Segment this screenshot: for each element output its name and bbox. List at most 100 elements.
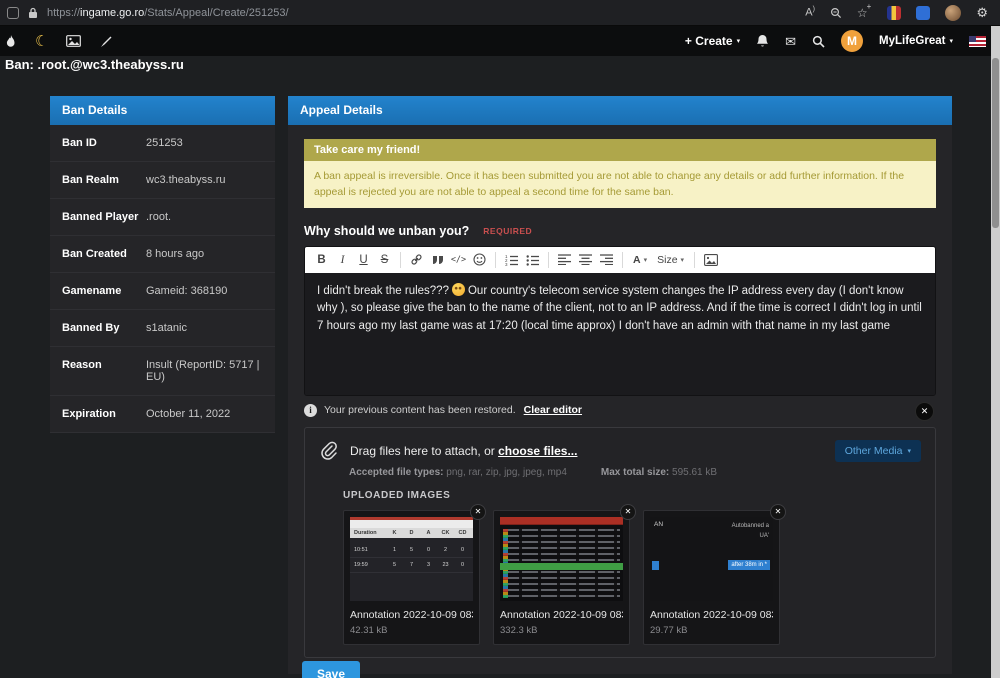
ban-detail-row: GamenameGameid: 368190 bbox=[50, 273, 275, 310]
drag-files-text: Drag files here to attach, or choose fil… bbox=[350, 444, 577, 458]
strikethrough-button[interactable]: S bbox=[374, 250, 395, 270]
ordered-list-icon[interactable]: 123 bbox=[501, 250, 522, 270]
user-avatar[interactable]: M bbox=[841, 30, 863, 52]
notifications-bell-icon[interactable] bbox=[756, 34, 769, 48]
dark-mode-moon-icon[interactable]: ☾ bbox=[35, 34, 48, 49]
code-icon[interactable]: </> bbox=[448, 250, 469, 270]
file-constraints: Accepted file types: png, rar, zip, jpg,… bbox=[319, 467, 921, 478]
close-icon[interactable]: ✕ bbox=[915, 402, 934, 421]
question-row: Why should we unban you? REQUIRED bbox=[304, 224, 936, 238]
chevron-down-icon: ▾ bbox=[737, 37, 741, 45]
warning-box: Take care my friend! A ban appeal is irr… bbox=[304, 139, 936, 208]
extension-icon-2[interactable] bbox=[916, 6, 930, 20]
bold-button[interactable]: B bbox=[311, 250, 332, 270]
url-text[interactable]: https://ingame.go.ro/Stats/Appeal/Create… bbox=[47, 7, 289, 19]
align-center-icon[interactable] bbox=[575, 250, 596, 270]
extension-icon-1[interactable] bbox=[887, 6, 901, 20]
settings-gear-icon[interactable]: ⚙ bbox=[976, 5, 988, 21]
messages-envelope-icon[interactable]: ✉ bbox=[785, 35, 796, 48]
editor-textarea[interactable]: I didn't break the rules???Our country's… bbox=[305, 273, 935, 395]
underline-button[interactable]: U bbox=[353, 250, 374, 270]
toolbar-separator bbox=[495, 252, 496, 268]
lock-icon[interactable] bbox=[28, 7, 38, 19]
chevron-down-icon: ▾ bbox=[949, 37, 953, 45]
page-title: Ban: .root.@wc3.theabyss.ru bbox=[5, 57, 184, 72]
site-navbar: ☾ + Create▾ ✉ M MyLifeGreat▾ bbox=[0, 26, 1000, 56]
italic-button[interactable]: I bbox=[332, 250, 353, 270]
page-scrollbar[interactable] bbox=[991, 26, 1000, 678]
other-media-button[interactable]: Other Media▾ bbox=[835, 440, 921, 462]
chevron-down-icon: ▾ bbox=[681, 256, 685, 264]
attachment-filename[interactable]: Annotation 2022-10-09 083... bbox=[500, 609, 623, 621]
uploaded-image-card: ✕ Annotation 2022-10-09 083... 332.3 kB bbox=[493, 510, 630, 645]
chevron-down-icon: ▾ bbox=[644, 256, 648, 264]
emoji-icon[interactable] bbox=[469, 250, 490, 270]
attachment-filename[interactable]: Annotation 2022-10-09 083... bbox=[350, 609, 473, 621]
read-aloud-icon[interactable]: A) bbox=[805, 6, 815, 19]
insert-image-icon[interactable] bbox=[700, 250, 721, 270]
appeal-details-header: Appeal Details bbox=[288, 96, 952, 125]
choose-files-link[interactable]: choose files... bbox=[498, 444, 577, 458]
bullet-list-icon[interactable] bbox=[522, 250, 543, 270]
gallery-image-icon[interactable] bbox=[66, 35, 81, 47]
ban-details-panel: Ban Details Ban ID251253 Ban Realmwc3.th… bbox=[50, 96, 275, 433]
editor-toolbar: B I U S </> 123 bbox=[305, 247, 935, 273]
warning-text: A ban appeal is irreversible. Once it ha… bbox=[304, 161, 936, 208]
font-size-button[interactable]: Size▾ bbox=[652, 254, 689, 266]
remove-attachment-icon[interactable]: ✕ bbox=[470, 504, 486, 520]
attachments-area: Drag files here to attach, or choose fil… bbox=[304, 427, 936, 658]
address-bar[interactable]: https://ingame.go.ro/Stats/Appeal/Create… bbox=[0, 7, 805, 19]
zoom-icon[interactable] bbox=[830, 7, 842, 19]
brush-icon[interactable] bbox=[99, 35, 112, 48]
toolbar-separator bbox=[548, 252, 549, 268]
navbar-left-icons: ☾ bbox=[0, 34, 112, 49]
paperclip-icon bbox=[319, 441, 338, 461]
info-icon: i bbox=[304, 404, 317, 417]
align-left-icon[interactable] bbox=[554, 250, 575, 270]
quote-icon[interactable] bbox=[427, 250, 448, 270]
toolbar-separator bbox=[622, 252, 623, 268]
attachment-filesize: 42.31 kB bbox=[350, 625, 473, 636]
window-icon[interactable] bbox=[7, 7, 19, 19]
favorites-star-icon[interactable]: ☆+ bbox=[857, 5, 872, 20]
save-button[interactable]: Save bbox=[302, 661, 360, 678]
ban-details-header: Ban Details bbox=[50, 96, 275, 125]
flame-icon[interactable] bbox=[5, 34, 17, 49]
search-icon[interactable] bbox=[812, 35, 825, 48]
attachment-thumbnail[interactable]: DurationKDACKCD 10:5115020 19:59573230 bbox=[350, 517, 473, 601]
font-color-button[interactable]: A▾ bbox=[628, 254, 652, 266]
align-right-icon[interactable] bbox=[596, 250, 617, 270]
language-flag-icon[interactable] bbox=[969, 36, 986, 47]
rich-text-editor: B I U S </> 123 bbox=[304, 246, 936, 396]
attachment-thumbnail[interactable]: AN Autobanned aUA' after 38m in * bbox=[650, 517, 773, 601]
warning-title: Take care my friend! bbox=[304, 139, 936, 161]
remove-attachment-icon[interactable]: ✕ bbox=[620, 504, 636, 520]
clear-editor-link[interactable]: Clear editor bbox=[524, 404, 582, 416]
user-menu[interactable]: MyLifeGreat▾ bbox=[879, 35, 953, 47]
question-label: Why should we unban you? bbox=[304, 224, 469, 238]
attachment-filename[interactable]: Annotation 2022-10-09 083... bbox=[650, 609, 773, 621]
ban-detail-row: Ban ID251253 bbox=[50, 125, 275, 162]
thinking-emoji-icon bbox=[452, 283, 465, 296]
uploaded-images-heading: UPLOADED IMAGES bbox=[319, 490, 921, 501]
attachment-thumbnail[interactable] bbox=[500, 517, 623, 601]
ban-detail-row: Ban Created8 hours ago bbox=[50, 236, 275, 273]
browser-profile-avatar[interactable] bbox=[945, 5, 961, 21]
scrollbar-thumb[interactable] bbox=[992, 58, 999, 228]
browser-chrome: https://ingame.go.ro/Stats/Appeal/Create… bbox=[0, 0, 1000, 26]
notice-text: Your previous content has been restored. bbox=[324, 404, 516, 416]
ban-detail-row: Banned Bys1atanic bbox=[50, 310, 275, 347]
restored-notice: i Your previous content has been restore… bbox=[304, 404, 936, 417]
ban-detail-row: Ban Realmwc3.theabyss.ru bbox=[50, 162, 275, 199]
uploaded-image-card: ✕ DurationKDACKCD 10:5115020 19:59573230 bbox=[343, 510, 480, 645]
link-icon[interactable] bbox=[406, 250, 427, 270]
appeal-details-panel: Appeal Details Take care my friend! A ba… bbox=[288, 96, 952, 674]
create-button[interactable]: + Create▾ bbox=[685, 34, 740, 48]
remove-attachment-icon[interactable]: ✕ bbox=[770, 504, 786, 520]
ban-detail-row: ExpirationOctober 11, 2022 bbox=[50, 396, 275, 433]
svg-text:3: 3 bbox=[505, 262, 508, 266]
chevron-down-icon: ▾ bbox=[907, 447, 911, 455]
attach-row: Drag files here to attach, or choose fil… bbox=[319, 440, 921, 462]
navbar-right: + Create▾ ✉ M MyLifeGreat▾ bbox=[685, 30, 1000, 52]
appeal-body: Take care my friend! A ban appeal is irr… bbox=[288, 125, 952, 674]
